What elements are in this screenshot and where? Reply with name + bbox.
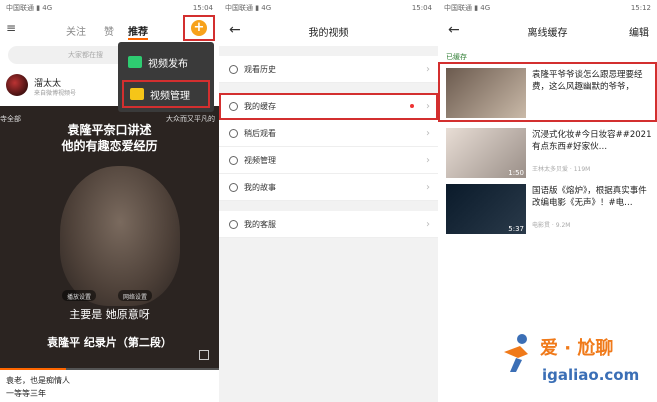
carrier-label: 中国联通 ▮ 4G <box>225 4 272 12</box>
post-text: 袁老，也是痴情人 一等等三年 <box>0 370 219 402</box>
chevron-right-icon: › <box>426 127 430 139</box>
cached-video-item[interactable]: 5:37 国语版《熔炉》，根据真实事件改编电影《无声》！#电… 电影贯 · 9.… <box>438 178 657 238</box>
cached-video-item[interactable]: 1:50 沉浸式化妆#今日妆容##2021有点东西#好家伙… 王林太多贝爱 · … <box>438 122 657 182</box>
video-duration: 1:50 <box>508 169 524 177</box>
clock-icon <box>229 64 238 74</box>
menu-item-video-manage[interactable]: 视频管理 <box>122 80 210 108</box>
menu-item-my-story[interactable]: 我的故事 › <box>219 174 438 201</box>
tab-follow[interactable]: 关注 <box>66 23 86 38</box>
story-icon <box>229 182 238 192</box>
menu-label: 视频管理 <box>244 155 276 165</box>
menu-label: 观看历史 <box>244 64 276 74</box>
plus-icon: + <box>191 20 207 36</box>
status-bar: 中国联通 ▮ 4G 15:04 <box>219 0 438 16</box>
menu-item-video-manage[interactable]: 视频管理 › <box>219 147 438 174</box>
video-frame-image <box>60 166 180 306</box>
weibo-home-panel: 中国联通 ▮ 4G 15:04 ≡ 关注 赞 推荐 + 大家都在搜 溜太太 来自… <box>0 0 219 402</box>
my-videos-panel: 中国联通 ▮ 4G 15:04 ← 我的视频 观看历史 › 我的缓存 › 稍后观… <box>219 0 438 402</box>
video-thumbnail: 1:50 <box>446 128 526 178</box>
menu-label: 视频发布 <box>148 58 188 70</box>
video-thumbnail: 5:37 <box>446 184 526 234</box>
nav-bar: ← 离线缓存 编辑 <box>438 16 657 46</box>
chevron-right-icon: › <box>426 154 430 166</box>
video-manage-icon <box>229 155 238 165</box>
video-meta: 王林太多贝爱 · 119M <box>532 166 591 173</box>
video-title: 袁隆平奈口讲述 他的有趣恋爱经历 <box>61 123 158 153</box>
menu-label: 我的缓存 <box>244 101 276 111</box>
add-menu-dropdown: 视频发布 视频管理 <box>118 42 214 112</box>
post-text-line2: 一等等三年 <box>6 389 46 398</box>
clock: 15:04 <box>411 4 432 12</box>
video-publish-icon <box>128 56 142 68</box>
folder-icon <box>130 88 144 100</box>
menu-label: 我的故事 <box>244 182 276 192</box>
add-button[interactable]: + <box>183 15 215 41</box>
carrier-label: 中国联通 ▮ 4G <box>444 4 491 12</box>
support-icon <box>229 219 238 229</box>
active-tab-indicator <box>128 38 148 40</box>
page-title: 我的视频 <box>308 28 349 39</box>
menu-item-watch-later[interactable]: 稍后观看 › <box>219 120 438 147</box>
search-placeholder: 大家都在搜 <box>68 51 103 59</box>
video-meta: 电影贯 · 9.2M <box>532 222 571 229</box>
menu-item-customer-service[interactable]: 我的客服 › <box>219 211 438 238</box>
chevron-right-icon: › <box>426 63 430 75</box>
post-author[interactable]: 溜太太 来自微博视频号 <box>6 74 136 104</box>
clock: 15:12 <box>630 4 651 12</box>
menu-item-my-cache[interactable]: 我的缓存 › <box>219 93 438 120</box>
video-caption: 袁隆平 纪录片（第二段） <box>47 336 172 349</box>
cached-section-label: 已缓存 <box>446 53 467 61</box>
tab-recommend[interactable]: 推荐 <box>128 23 148 38</box>
menu-label: 稍后观看 <box>244 128 276 138</box>
unread-dot <box>410 104 414 108</box>
video-player[interactable]: 寺全部 大众而又平凡的 袁隆平奈口讲述 他的有趣恋爱经历 播放设置 网络设置 主要… <box>0 106 219 370</box>
post-text-line1: 袁老，也是痴情人 <box>6 376 70 385</box>
edit-button[interactable]: 编辑 <box>629 24 649 39</box>
menu-label: 我的客服 <box>244 219 276 229</box>
watermark-brand: 爱 · 尬聊 <box>540 338 614 359</box>
play-settings-chip[interactable]: 播放设置 <box>62 290 97 301</box>
video-duration: 5:37 <box>508 225 524 233</box>
clock: 15:04 <box>192 4 213 12</box>
chevron-right-icon: › <box>426 181 430 193</box>
status-bar: 中国联通 ▮ 4G 15:04 <box>0 0 219 16</box>
video-title: 沉浸式化妆#今日妆容##2021有点东西#好家伙… <box>532 130 652 152</box>
cached-video-item[interactable]: 袁隆平爷爷谈怎么跟忌理要经费，这么风趣幽默的爷爷， <box>438 62 657 122</box>
video-title: 国语版《熔炉》，根据真实事件改编电影《无声》！#电… <box>532 186 647 208</box>
author-source: 来自微博视频号 <box>34 90 77 97</box>
status-bar: 中国联通 ▮ 4G 15:12 <box>438 0 657 16</box>
watch-later-icon <box>229 128 238 138</box>
download-icon <box>229 101 238 111</box>
my-videos-menu: 观看历史 › 我的缓存 › 稍后观看 › 视频管理 › 我的故事 › 我的客服 … <box>219 46 438 238</box>
nav-bar: ← 我的视频 <box>219 16 438 46</box>
tab-like[interactable]: 赞 <box>104 23 114 38</box>
watermark: 爱 · 尬聊 igaliao.com <box>500 328 657 402</box>
watermark-url: igaliao.com <box>542 366 640 384</box>
runner-logo-icon <box>504 334 528 372</box>
menu-item-history[interactable]: 观看历史 › <box>219 56 438 83</box>
carrier-label: 中国联通 ▮ 4G <box>6 4 53 12</box>
page-title: 离线缓存 <box>527 28 568 39</box>
video-title: 袁隆平爷爷谈怎么跟忌理要经费，这么风趣幽默的爷爷， <box>532 70 643 92</box>
video-thumbnail <box>446 68 526 118</box>
video-subtitle: 主要是 她原意呀 <box>69 308 150 321</box>
menu-icon[interactable]: ≡ <box>6 21 16 35</box>
chevron-right-icon: › <box>426 100 430 112</box>
fullscreen-icon[interactable] <box>199 350 209 360</box>
menu-item-video-publish[interactable]: 视频发布 <box>122 48 210 76</box>
avatar[interactable] <box>6 74 28 96</box>
network-settings-chip[interactable]: 网络设置 <box>118 290 153 301</box>
chevron-right-icon: › <box>426 218 430 230</box>
menu-label: 视频管理 <box>150 90 190 102</box>
